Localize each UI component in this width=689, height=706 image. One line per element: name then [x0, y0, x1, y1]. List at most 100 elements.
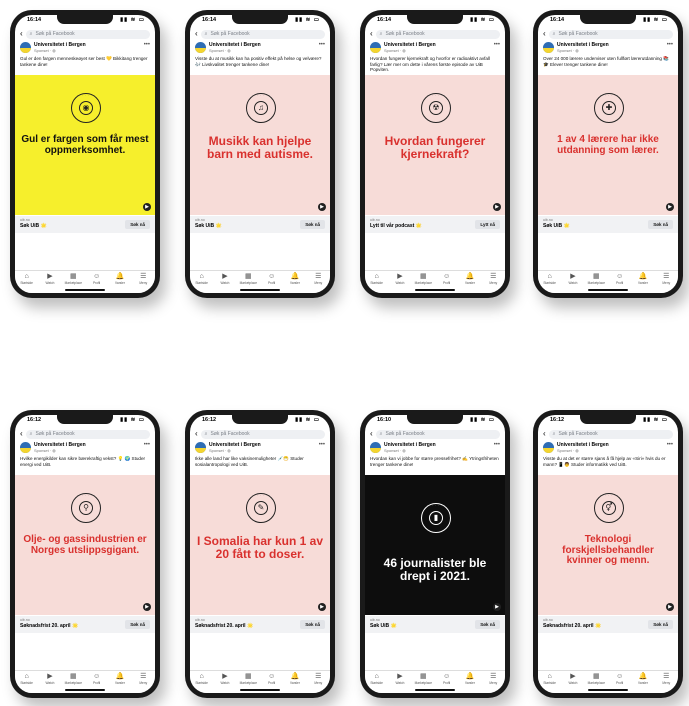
avatar[interactable]: [543, 442, 554, 453]
tab-watch[interactable]: ▶ Watch: [390, 273, 410, 293]
ad-creative[interactable]: · · · · · · · ◉ Gul er fargen som får me…: [15, 75, 155, 215]
back-arrow-icon[interactable]: ‹: [543, 30, 546, 38]
tab-meny[interactable]: ☰ Meny: [133, 673, 153, 693]
cta-title[interactable]: Lytt til vår podcast 🌟: [370, 223, 422, 229]
avatar[interactable]: [370, 442, 381, 453]
tab-meny[interactable]: ☰ Meny: [656, 273, 676, 293]
tab-varsler[interactable]: 🔔 Varsler: [460, 273, 480, 293]
avatar[interactable]: [543, 42, 554, 53]
tab-varsler[interactable]: 🔔 Varsler: [110, 273, 130, 293]
play-icon[interactable]: ▶: [318, 203, 326, 211]
tab-watch[interactable]: ▶ Watch: [215, 273, 235, 293]
search-input[interactable]: ⌕ Søk på Facebook: [548, 429, 673, 439]
tab-startside[interactable]: ⌂ Startside: [17, 273, 37, 293]
play-icon[interactable]: ▶: [493, 603, 501, 611]
tab-varsler[interactable]: 🔔 Varsler: [460, 673, 480, 693]
cta-button[interactable]: Søk nå: [125, 220, 150, 229]
ad-creative[interactable]: · · · · · · · ✚ 1 av 4 lærere har ikke u…: [538, 75, 678, 215]
cta-title[interactable]: Søk UiB 🌟: [20, 223, 47, 229]
back-arrow-icon[interactable]: ‹: [370, 430, 373, 438]
tab-startside[interactable]: ⌂ Startside: [540, 673, 560, 693]
cta-title[interactable]: Søknadsfrist 20. april 🌟: [195, 623, 253, 629]
search-input[interactable]: ⌕ Søk på Facebook: [200, 29, 325, 39]
cta-button[interactable]: Lytt nå: [475, 220, 500, 229]
tab-meny[interactable]: ☰ Meny: [483, 273, 503, 293]
cta-button[interactable]: Søk nå: [125, 620, 150, 629]
ad-creative[interactable]: · · · · · · · ⚥ Teknologi forskjellsbeha…: [538, 475, 678, 615]
play-icon[interactable]: ▶: [666, 603, 674, 611]
notch: [57, 15, 113, 24]
more-options-icon[interactable]: •••: [144, 42, 150, 48]
play-icon[interactable]: ▶: [318, 603, 326, 611]
tab-varsler[interactable]: 🔔 Varsler: [285, 273, 305, 293]
search-input[interactable]: ⌕ Søk på Facebook: [548, 29, 673, 39]
more-options-icon[interactable]: •••: [319, 442, 325, 448]
cta-title[interactable]: Søk UiB 🌟: [370, 623, 397, 629]
tab-label: Profil: [616, 281, 624, 285]
tab-startside[interactable]: ⌂ Startside: [367, 273, 387, 293]
play-icon[interactable]: ▶: [143, 203, 151, 211]
more-options-icon[interactable]: •••: [494, 442, 500, 448]
tab-startside[interactable]: ⌂ Startside: [192, 273, 212, 293]
cta-title[interactable]: Søknadsfrist 20. april 🌟: [543, 623, 601, 629]
search-input[interactable]: ⌕ Søk på Facebook: [25, 429, 150, 439]
cta-title[interactable]: Søk UiB 🌟: [195, 223, 222, 229]
cta-title[interactable]: Søknadsfrist 20. april 🌟: [20, 623, 78, 629]
avatar[interactable]: [20, 442, 31, 453]
tab-meny[interactable]: ☰ Meny: [308, 673, 328, 693]
tab-watch[interactable]: ▶ Watch: [215, 673, 235, 693]
avatar[interactable]: [20, 42, 31, 53]
tab-varsler[interactable]: 🔔 Varsler: [285, 673, 305, 693]
search-input[interactable]: ⌕ Søk på Facebook: [25, 29, 150, 39]
tab-varsler[interactable]: 🔔 Varsler: [633, 273, 653, 293]
tab-meny[interactable]: ☰ Meny: [133, 273, 153, 293]
ad-creative[interactable]: · · · · · · · ▮ 46 journalister ble drep…: [365, 475, 505, 615]
tab-watch[interactable]: ▶ Watch: [390, 673, 410, 693]
ad-creative[interactable]: · · · · · · · ⚲ Olje- og gassindustrien …: [15, 475, 155, 615]
cta-button[interactable]: Søk nå: [300, 620, 325, 629]
tab-startside[interactable]: ⌂ Startside: [367, 673, 387, 693]
ad-creative[interactable]: · · · · · · · ♫ Musikk kan hjelpe barn m…: [190, 75, 330, 215]
tab-startside[interactable]: ⌂ Startside: [540, 273, 560, 293]
play-icon[interactable]: ▶: [493, 203, 501, 211]
play-icon[interactable]: ▶: [666, 203, 674, 211]
more-options-icon[interactable]: •••: [319, 42, 325, 48]
back-arrow-icon[interactable]: ‹: [20, 430, 23, 438]
ad-creative[interactable]: · · · · · · · ☢ Hvordan fungerer kjernek…: [365, 75, 505, 215]
cta-button[interactable]: Søk nå: [475, 620, 500, 629]
back-arrow-icon[interactable]: ‹: [20, 30, 23, 38]
search-input[interactable]: ⌕ Søk på Facebook: [375, 29, 500, 39]
back-arrow-icon[interactable]: ‹: [370, 30, 373, 38]
tab-watch[interactable]: ▶ Watch: [40, 273, 60, 293]
tab-watch[interactable]: ▶ Watch: [563, 273, 583, 293]
tab-varsler[interactable]: 🔔 Varsler: [110, 673, 130, 693]
more-options-icon[interactable]: •••: [144, 442, 150, 448]
search-input[interactable]: ⌕ Søk på Facebook: [375, 429, 500, 439]
tab-meny[interactable]: ☰ Meny: [656, 673, 676, 693]
avatar[interactable]: [195, 42, 206, 53]
tab-startside[interactable]: ⌂ Startside: [17, 673, 37, 693]
tab-watch[interactable]: ▶ Watch: [40, 673, 60, 693]
tab-varsler[interactable]: 🔔 Varsler: [633, 673, 653, 693]
avatar[interactable]: [195, 442, 206, 453]
back-arrow-icon[interactable]: ‹: [195, 430, 198, 438]
cta-button[interactable]: Søk nå: [300, 220, 325, 229]
more-options-icon[interactable]: •••: [667, 42, 673, 48]
tab-watch[interactable]: ▶ Watch: [563, 673, 583, 693]
search-input[interactable]: ⌕ Søk på Facebook: [200, 429, 325, 439]
ad-creative[interactable]: · · · · · · · ✎ I Somalia har kun 1 av 2…: [190, 475, 330, 615]
more-options-icon[interactable]: •••: [667, 442, 673, 448]
avatar[interactable]: [370, 42, 381, 53]
more-options-icon[interactable]: •••: [494, 42, 500, 48]
tab-icon: 🔔: [290, 673, 300, 680]
cta-button[interactable]: Søk nå: [648, 220, 673, 229]
back-arrow-icon[interactable]: ‹: [195, 30, 198, 38]
tab-meny[interactable]: ☰ Meny: [483, 673, 503, 693]
cta-title[interactable]: Søk UiB 🌟: [543, 223, 570, 229]
tab-label: Varsler: [465, 681, 475, 685]
back-arrow-icon[interactable]: ‹: [543, 430, 546, 438]
tab-startside[interactable]: ⌂ Startside: [192, 673, 212, 693]
play-icon[interactable]: ▶: [143, 603, 151, 611]
cta-button[interactable]: Søk nå: [648, 620, 673, 629]
tab-meny[interactable]: ☰ Meny: [308, 273, 328, 293]
